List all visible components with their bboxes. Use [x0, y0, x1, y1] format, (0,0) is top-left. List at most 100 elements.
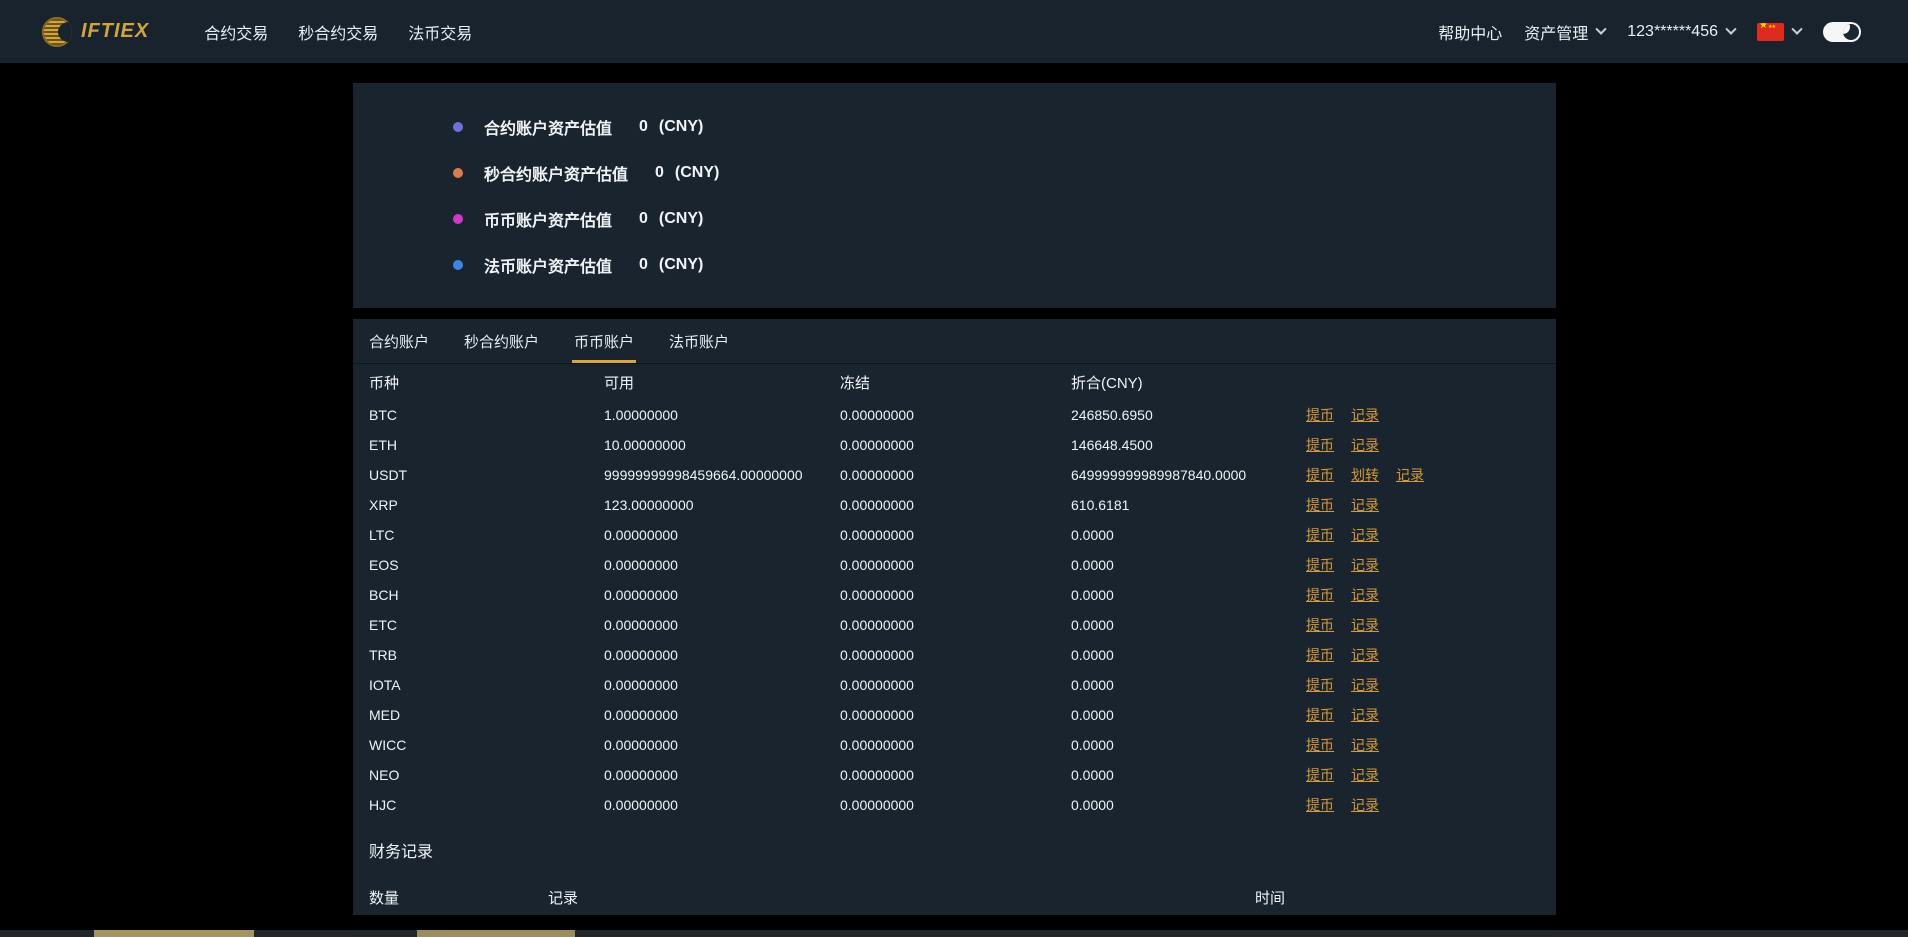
available-value: 0.00000000 — [604, 797, 678, 813]
available-value: 0.00000000 — [604, 677, 678, 693]
coin-name: ETH — [369, 437, 397, 453]
nav-item-contract-trade[interactable]: 合约交易 — [204, 20, 268, 44]
cny-value: 0.0000 — [1071, 677, 1114, 693]
header-cny: 折合(CNY) — [1071, 374, 1143, 392]
table-row: ETC 0.00000000 0.00000000 0.0000 提币 记录 — [369, 610, 1540, 640]
withdraw-link[interactable]: 提币 — [1306, 675, 1334, 695]
cny-value: 146648.4500 — [1071, 437, 1153, 453]
row-actions: 提币 记录 — [1306, 495, 1540, 515]
coin-name: IOTA — [369, 677, 401, 693]
available-value: 123.00000000 — [604, 497, 694, 513]
row-actions: 提币 记录 — [1306, 555, 1540, 575]
footer-strip — [0, 930, 1908, 937]
table-row: ETH 10.00000000 0.00000000 146648.4500 提… — [369, 430, 1540, 460]
contract-dot-icon — [453, 122, 463, 132]
row-actions: 提币 记录 — [1306, 765, 1540, 785]
assets-menu[interactable]: 资产管理 — [1524, 20, 1607, 44]
row-actions: 提币 记录 — [1306, 735, 1540, 755]
chevron-down-icon — [1725, 23, 1737, 35]
table-row: WICC 0.00000000 0.00000000 0.0000 提币 记录 — [369, 730, 1540, 760]
withdraw-link[interactable]: 提币 — [1306, 765, 1334, 785]
row-actions: 提币 记录 — [1306, 705, 1540, 725]
tab-fiat-account[interactable]: 法币账户 — [669, 319, 729, 363]
second-contract-value: 0 — [655, 164, 664, 181]
table-row: IOTA 0.00000000 0.00000000 0.0000 提币 记录 — [369, 670, 1540, 700]
frozen-value: 0.00000000 — [840, 647, 914, 663]
frozen-value: 0.00000000 — [840, 587, 914, 603]
tab-coin-account[interactable]: 币币账户 — [572, 319, 637, 363]
navbar-right: 帮助中心 资产管理 123******456 ★ ★★ — [1438, 20, 1861, 44]
wallet-table: 币种 可用 冻结 折合(CNY) BTC 1.00000000 0.000000… — [353, 364, 1556, 820]
cny-value: 0.0000 — [1071, 617, 1114, 633]
record-link[interactable]: 记录 — [1351, 645, 1379, 665]
withdraw-link[interactable]: 提币 — [1306, 435, 1334, 455]
records-table-header: 数量 记录 时间 — [369, 882, 1540, 912]
record-link[interactable]: 记录 — [1351, 495, 1379, 515]
record-link[interactable]: 记录 — [1351, 435, 1379, 455]
withdraw-link[interactable]: 提币 — [1306, 525, 1334, 545]
withdraw-link[interactable]: 提币 — [1306, 555, 1334, 575]
withdraw-link[interactable]: 提币 — [1306, 735, 1334, 755]
frozen-value: 0.00000000 — [840, 737, 914, 753]
fiat-account-dot-icon — [453, 260, 463, 270]
frozen-value: 0.00000000 — [840, 677, 914, 693]
tab-second-contract-account[interactable]: 秒合约账户 — [464, 319, 539, 363]
available-value: 0.00000000 — [604, 587, 678, 603]
language-selector[interactable]: ★ ★★ — [1757, 22, 1803, 41]
coin-name: TRB — [369, 647, 397, 663]
cny-value: 649999999989987840.0000 — [1071, 467, 1247, 483]
withdraw-link[interactable]: 提币 — [1306, 615, 1334, 635]
nav-item-fiat-trade[interactable]: 法币交易 — [408, 20, 472, 44]
withdraw-link[interactable]: 提币 — [1306, 705, 1334, 725]
frozen-value: 0.00000000 — [840, 437, 914, 453]
account-tabs: 合约账户 秒合约账户 币币账户 法币账户 — [353, 319, 1556, 364]
accounts-panel: 合约账户 秒合约账户 币币账户 法币账户 币种 可用 冻结 折合(CNY) BT… — [353, 319, 1556, 915]
record-link[interactable]: 记录 — [1351, 705, 1379, 725]
frozen-value: 0.00000000 — [840, 797, 914, 813]
record-link[interactable]: 记录 — [1351, 585, 1379, 605]
record-link[interactable]: 记录 — [1351, 795, 1379, 815]
help-center-link[interactable]: 帮助中心 — [1438, 20, 1502, 44]
coin-logo-icon — [42, 16, 72, 47]
assets-menu-label: 资产管理 — [1524, 25, 1589, 43]
chevron-down-icon — [1791, 23, 1803, 35]
record-link[interactable]: 记录 — [1351, 765, 1379, 785]
coin-name: NEO — [369, 767, 400, 783]
transfer-link[interactable]: 划转 — [1351, 465, 1379, 485]
summary-row-coin: 币币账户资产估值 0 (CNY) — [453, 196, 1556, 242]
withdraw-link[interactable]: 提币 — [1306, 465, 1334, 485]
logo[interactable]: IFTIEX — [42, 16, 150, 47]
record-link[interactable]: 记录 — [1351, 525, 1379, 545]
record-link[interactable]: 记录 — [1351, 555, 1379, 575]
row-actions: 提币 记录 — [1306, 795, 1540, 815]
coin-name: LTC — [369, 527, 395, 543]
withdraw-link[interactable]: 提币 — [1306, 645, 1334, 665]
withdraw-link[interactable]: 提币 — [1306, 585, 1334, 605]
record-link[interactable]: 记录 — [1351, 615, 1379, 635]
cny-value: 246850.6950 — [1071, 407, 1153, 423]
nav-item-second-contract-trade[interactable]: 秒合约交易 — [298, 20, 378, 44]
chevron-down-icon — [1595, 23, 1607, 35]
row-actions: 提币 记录 — [1306, 585, 1540, 605]
account-menu[interactable]: 123******456 — [1627, 23, 1737, 41]
logo-text: IFTIEX — [81, 20, 150, 42]
withdraw-link[interactable]: 提币 — [1306, 795, 1334, 815]
coin-name: USDT — [369, 467, 408, 483]
frozen-value: 0.00000000 — [840, 707, 914, 723]
record-link[interactable]: 记录 — [1351, 675, 1379, 695]
withdraw-link[interactable]: 提币 — [1306, 405, 1334, 425]
record-link[interactable]: 记录 — [1396, 465, 1424, 485]
row-actions: 提币 记录 — [1306, 615, 1540, 635]
theme-toggle[interactable] — [1823, 21, 1861, 42]
record-link[interactable]: 记录 — [1351, 405, 1379, 425]
summary-row-fiat: 法币账户资产估值 0 (CNY) — [453, 242, 1556, 288]
coin-name: MED — [369, 707, 401, 723]
table-row: BTC 1.00000000 0.00000000 246850.6950 提币… — [369, 400, 1540, 430]
withdraw-link[interactable]: 提币 — [1306, 495, 1334, 515]
tab-contract-account[interactable]: 合约账户 — [369, 319, 429, 363]
available-value: 0.00000000 — [604, 737, 678, 753]
record-link[interactable]: 记录 — [1351, 735, 1379, 755]
moon-icon — [1843, 23, 1859, 40]
coin-name: XRP — [369, 497, 398, 513]
available-value: 0.00000000 — [604, 707, 678, 723]
